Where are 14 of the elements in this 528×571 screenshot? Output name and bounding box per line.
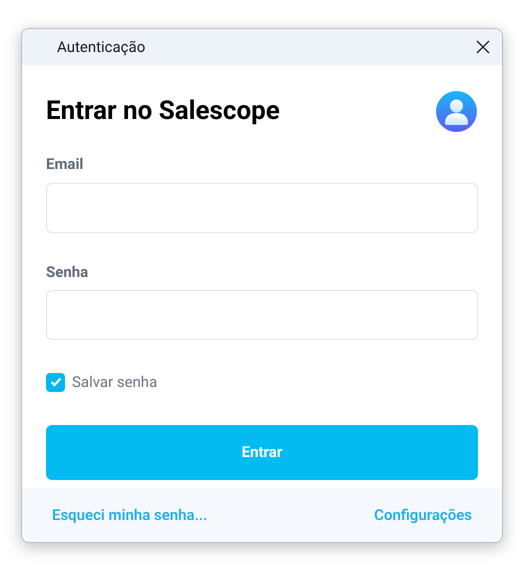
input-field[interactable] <box>46 290 478 340</box>
field-label: Email <box>46 154 84 175</box>
dialog-heading: Entrar no Salescope <box>46 94 280 128</box>
login-button[interactable]: Entrar <box>46 424 478 480</box>
checkmark-icon <box>50 377 62 388</box>
remember-checkbox[interactable] <box>46 372 65 392</box>
footer-link[interactable]: Esqueci minha senha... <box>52 504 208 526</box>
field-label: Senha <box>46 262 90 282</box>
checkbox-label: Salvar senha <box>72 372 158 393</box>
close-icon[interactable] <box>476 40 490 54</box>
footer-link[interactable]: Configurações <box>374 504 472 526</box>
input-field[interactable] <box>46 182 478 232</box>
window-title: Autenticação <box>57 36 146 58</box>
user-avatar-icon <box>436 90 477 132</box>
